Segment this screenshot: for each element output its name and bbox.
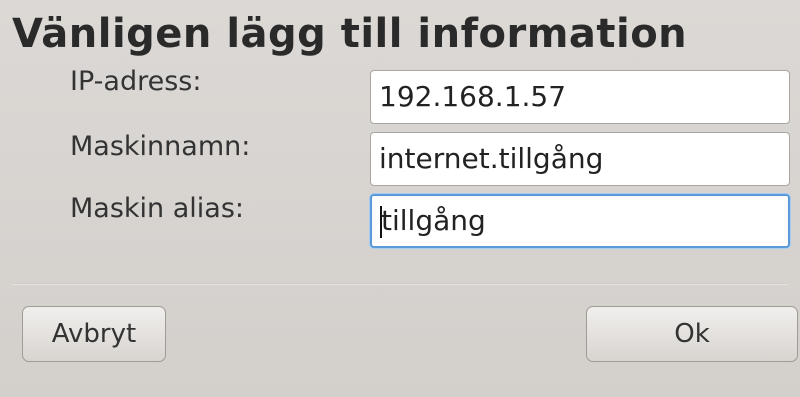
hostname-field[interactable]: internet.tillgång	[370, 132, 790, 186]
alias-label: Maskin alias:	[70, 193, 244, 224]
ip-address-value: 192.168.1.57	[379, 80, 567, 113]
ip-address-label: IP-adress:	[70, 66, 202, 97]
hostname-label: Maskinnamn:	[70, 131, 251, 162]
cancel-button[interactable]: Avbryt	[22, 306, 166, 362]
alias-field[interactable]: tillgång	[370, 194, 790, 248]
add-host-dialog: Vänligen lägg till information IP-adress…	[0, 0, 800, 397]
button-separator	[12, 283, 788, 285]
alias-value: tillgång	[381, 204, 486, 237]
ip-address-field[interactable]: 192.168.1.57	[370, 70, 790, 124]
dialog-title: Vänligen lägg till information	[12, 11, 688, 57]
ok-button[interactable]: Ok	[586, 306, 798, 362]
hostname-value: internet.tillgång	[379, 142, 604, 175]
